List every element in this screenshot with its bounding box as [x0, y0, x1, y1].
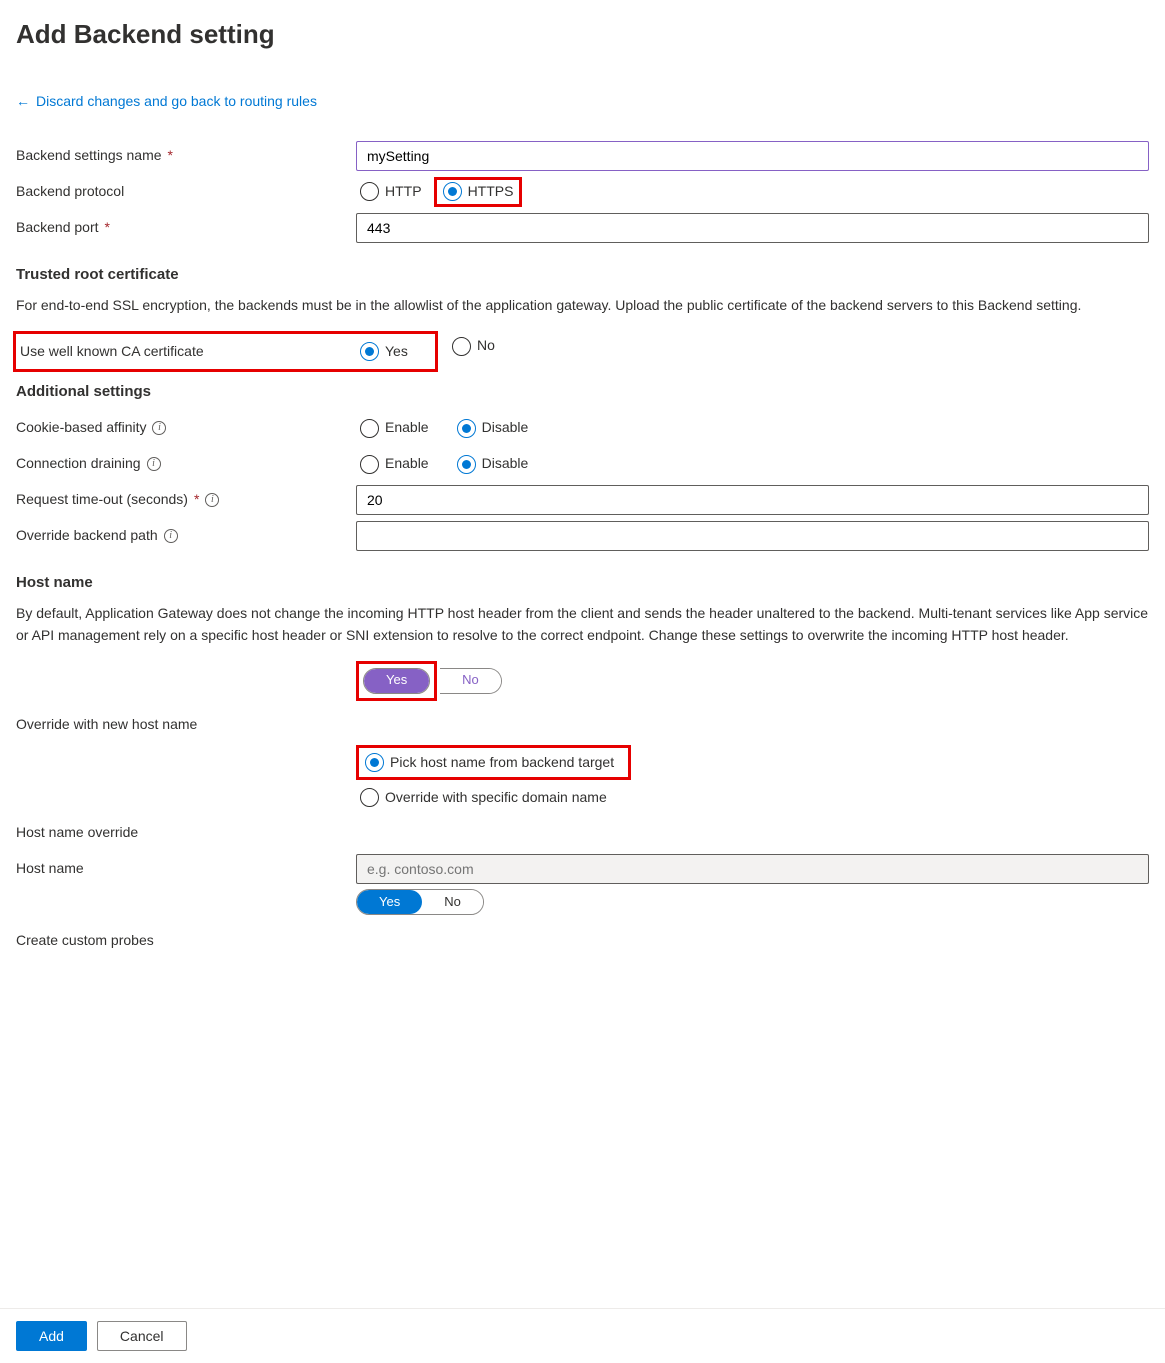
info-icon[interactable]: i [164, 529, 178, 543]
connection-disable-radio[interactable]: Disable [453, 452, 533, 476]
connection-enable-text: Enable [385, 454, 429, 474]
connection-enable-radio[interactable]: Enable [356, 452, 433, 476]
cookie-disable-text: Disable [482, 418, 529, 438]
ca-label: Use well known CA certificate [20, 342, 204, 362]
hostname-input [356, 854, 1149, 884]
info-icon[interactable]: i [205, 493, 219, 507]
override-toggle-yes[interactable]: Yes [364, 669, 429, 693]
radio-icon [457, 455, 476, 474]
radio-icon [443, 182, 462, 201]
page-title: Add Backend setting [16, 16, 1149, 52]
probes-toggle-yes[interactable]: Yes [357, 890, 422, 914]
hostname-desc: By default, Application Gateway does not… [16, 603, 1149, 646]
protocol-https-text: HTTPS [468, 182, 514, 202]
radio-icon [365, 753, 384, 772]
add-button[interactable]: Add [16, 1321, 87, 1351]
radio-icon [360, 455, 379, 474]
back-link-text: Discard changes and go back to routing r… [36, 92, 317, 112]
protocol-http-radio[interactable]: HTTP [356, 180, 426, 204]
protocol-https-radio[interactable]: HTTPS [439, 180, 518, 204]
ca-yes-text: Yes [385, 342, 408, 362]
pick-backend-radio[interactable]: Pick host name from backend target [361, 751, 618, 775]
back-link[interactable]: ← Discard changes and go back to routing… [16, 92, 317, 112]
override-path-input[interactable] [356, 521, 1149, 551]
required-asterisk: * [168, 146, 173, 166]
timeout-input[interactable] [356, 485, 1149, 515]
cookie-disable-radio[interactable]: Disable [453, 416, 533, 440]
required-asterisk: * [105, 218, 110, 238]
radio-icon [457, 419, 476, 438]
additional-heading: Additional settings [16, 381, 1149, 402]
port-label: Backend port [16, 218, 99, 238]
probes-label: Create custom probes [16, 931, 154, 951]
protocol-http-text: HTTP [385, 182, 422, 202]
cookie-label: Cookie-based affinity [16, 418, 146, 438]
hostname-heading: Host name [16, 572, 1149, 593]
radio-icon [360, 342, 379, 361]
radio-icon [360, 788, 379, 807]
protocol-label: Backend protocol [16, 182, 124, 202]
connection-label: Connection draining [16, 454, 141, 474]
footer-actions: Add Cancel [0, 1308, 1165, 1363]
ca-no-text: No [477, 336, 495, 356]
port-input[interactable] [356, 213, 1149, 243]
info-icon[interactable]: i [147, 457, 161, 471]
timeout-label: Request time-out (seconds) [16, 490, 188, 510]
override-toggle-no[interactable]: No [440, 669, 501, 693]
probes-toggle-no[interactable]: No [422, 890, 483, 914]
radio-icon [360, 419, 379, 438]
ca-yes-radio[interactable]: Yes [356, 340, 412, 364]
required-asterisk: * [194, 490, 199, 510]
specific-domain-text: Override with specific domain name [385, 788, 607, 808]
connection-disable-text: Disable [482, 454, 529, 474]
hostname-override-label: Host name override [16, 823, 138, 843]
info-icon[interactable]: i [152, 421, 166, 435]
hostname-label: Host name [16, 859, 84, 879]
ca-no-radio[interactable]: No [448, 334, 499, 358]
cookie-enable-radio[interactable]: Enable [356, 416, 433, 440]
radio-icon [360, 182, 379, 201]
probes-toggle[interactable]: Yes No [356, 889, 484, 915]
trusted-heading: Trusted root certificate [16, 264, 1149, 285]
arrow-left-icon: ← [16, 92, 30, 112]
settings-name-label: Backend settings name [16, 146, 162, 166]
radio-icon [452, 337, 471, 356]
settings-name-input[interactable] [356, 141, 1149, 171]
override-toggle[interactable]: Yes [363, 668, 430, 694]
cookie-enable-text: Enable [385, 418, 429, 438]
trusted-desc: For end-to-end SSL encryption, the backe… [16, 295, 1149, 317]
cancel-button[interactable]: Cancel [97, 1321, 187, 1351]
override-path-label: Override backend path [16, 526, 158, 546]
override-hostname-label: Override with new host name [16, 715, 197, 735]
specific-domain-radio[interactable]: Override with specific domain name [356, 786, 611, 810]
pick-backend-text: Pick host name from backend target [390, 753, 614, 773]
